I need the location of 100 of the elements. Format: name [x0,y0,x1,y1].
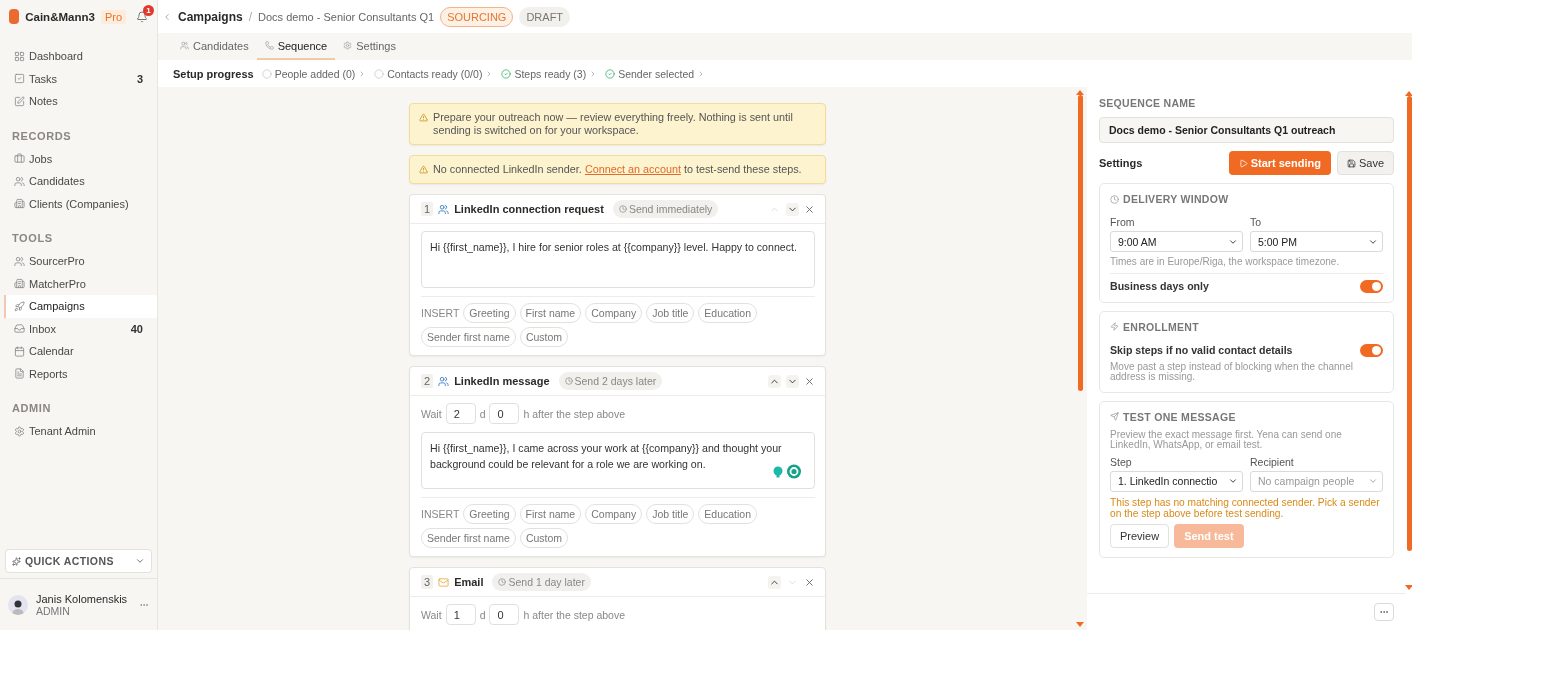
circle-icon [261,68,272,79]
sidebar-item[interactable]: Jobs [6,147,157,170]
sidebar-item[interactable]: Candidates [6,170,157,193]
close-icon[interactable] [804,576,815,588]
wait-label: Wait [421,407,442,420]
section-heading: TOOLS [11,231,54,246]
close-icon[interactable] [804,203,815,215]
progress-step[interactable]: Sender selected [605,67,706,80]
toggle-switch[interactable] [1360,279,1383,293]
sidebar-label: Tenant Admin [29,425,96,438]
days-field[interactable]: 2 [445,403,476,424]
user-name: Janis Kolomenskis [36,592,129,605]
message-field[interactable]: Hi {{first_name}}, I came across your work at {{company}} and thought your background could be relevant for a role we are working on. [421,432,815,489]
sidebar-item[interactable]: Inbox 40 [6,317,157,340]
circle-icon [374,68,385,79]
to-select[interactable]: 5:00 PM [1250,231,1383,252]
sidebar-label: SourcerPro [29,255,85,268]
people-icon [438,203,450,215]
step-title: Email [454,576,484,588]
sidebar-item[interactable]: Dashboard [6,45,157,68]
quick-actions-button[interactable]: QUICK ACTIONS [5,549,152,573]
section-heading: RECORDS [11,128,73,144]
plan-badge: Pro [100,9,126,24]
tab[interactable]: Settings [335,33,404,60]
insert-token-button[interactable]: Job title [646,504,695,524]
timing-pill: Send 1 day later [492,573,591,591]
clock-icon [618,205,627,213]
step-title: LinkedIn connection request [454,203,604,215]
preview-button[interactable]: Preview [1110,523,1170,548]
hint-text: Preview the exact message first. Yena can send one LinkedIn, WhatsApp, or email test. [1110,429,1343,451]
insert-token-button[interactable]: Company [585,504,643,524]
insert-token-button[interactable]: Custom [519,327,569,347]
move-down-button[interactable] [786,202,799,216]
insert-token-button[interactable]: First name [519,303,582,323]
insert-token-button[interactable]: Sender first name [421,528,516,548]
sidebar-label: Dashboard [29,50,83,63]
caret-icon [135,556,145,566]
progress-step[interactable]: People added (0) [261,67,367,80]
hours-field[interactable]: 0 [489,403,520,424]
toggle-label: Business days only [1110,280,1209,292]
collapse-icon[interactable] [162,11,172,22]
move-up-button[interactable] [768,575,781,589]
message-field[interactable]: Hi {{first_name}}, I hire for senior roles at {{company}} level. Happy to connect. [421,231,815,288]
status-badge: DRAFT [519,6,571,27]
insert-token-button[interactable]: Greeting [463,504,516,524]
progress-label: Setup progress [173,67,254,80]
bell-icon[interactable] [136,10,148,23]
item-count: 3 [136,72,143,85]
warning-icon [419,165,428,174]
wait-label: Wait [421,608,442,621]
grammar-icons[interactable] [772,464,802,479]
save-button[interactable]: Save [1336,151,1394,175]
insert-token-button[interactable]: Custom [519,528,569,548]
checkbox-icon [14,73,25,85]
banner-text: Prepare your outreach now — review everything freely. Nothing is sent until sending is switched on for your workspace. [433,111,794,137]
sidebar-label: MatcherPro [29,277,86,290]
move-down-button[interactable] [786,374,799,388]
insert-label: INSERT [421,508,460,520]
sidebar-item[interactable]: Campaigns [4,295,157,318]
insert-token-button[interactable]: First name [519,504,582,524]
days-field[interactable]: 1 [445,604,476,625]
caret-icon [1368,476,1378,486]
progress-step[interactable]: Contacts ready (0/0) [374,67,494,80]
sidebar-item[interactable]: MatcherPro [6,272,157,295]
people-icon [14,175,25,187]
insert-label: INSERT [421,307,460,319]
people-icon [438,375,450,387]
sidebar-item[interactable]: Tasks 3 [6,67,157,90]
move-up-button[interactable] [768,374,781,388]
field-label: Step [1110,455,1133,468]
sidebar-item[interactable]: Reports [6,362,157,385]
sidebar-item[interactable]: Tenant Admin [6,420,157,443]
insert-token-button[interactable]: Education [698,504,758,524]
sidebar-item[interactable]: Clients (Companies) [6,192,157,215]
sidebar-item[interactable]: Calendar [6,340,157,363]
insert-token-button[interactable]: Greeting [463,303,516,323]
toggle-label: Skip steps if no valid contact details [1110,344,1293,356]
toggle-switch[interactable] [1360,343,1383,357]
logo-icon [9,9,20,24]
breadcrumb-link[interactable]: Campaigns [178,9,243,24]
progress-step[interactable]: Steps ready (3) [501,67,598,80]
sidebar-item[interactable]: SourcerPro [6,250,157,273]
sidebar-item[interactable]: Notes [6,90,157,113]
hours-field[interactable]: 0 [489,604,520,625]
calendar-icon [14,345,25,357]
more-button[interactable] [1374,603,1394,621]
people-icon [180,41,189,50]
insert-token-button[interactable]: Job title [646,303,695,323]
step-select[interactable]: 1. LinkedIn connectio [1110,470,1243,492]
user-role: ADMIN [36,604,71,617]
insert-token-button[interactable]: Sender first name [421,327,516,347]
close-icon[interactable] [804,375,815,387]
from-select[interactable]: 9:00 AM [1110,231,1243,252]
settings-icon [343,41,353,50]
field-label: From [1110,216,1136,228]
tab[interactable]: Candidates [172,33,257,60]
insert-token-button[interactable]: Education [698,303,758,323]
insert-token-button[interactable]: Company [585,303,643,323]
sequence-name-field[interactable]: Docs demo - Senior Consultants Q1 outreach [1099,117,1394,143]
save-icon [1346,158,1356,168]
